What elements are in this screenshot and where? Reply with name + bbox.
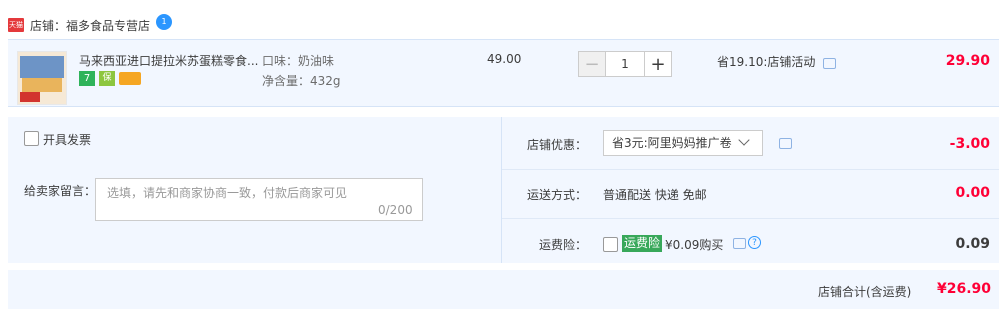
insurance-info-icon[interactable] xyxy=(733,238,746,249)
credit-card-icon[interactable] xyxy=(119,72,141,85)
sku-weight: 净含量：432g xyxy=(262,74,341,88)
chat-icon[interactable]: 1 xyxy=(156,14,172,30)
shipping-label: 运送方式： xyxy=(527,188,588,202)
shipping-method: 普通配送 快递 免邮 xyxy=(603,188,707,202)
quantity-input[interactable]: 1 xyxy=(605,51,645,77)
help-icon[interactable]: ? xyxy=(748,236,761,249)
promo-info-icon[interactable] xyxy=(823,58,836,69)
shop-name[interactable]: 店铺：福多食品专营店 xyxy=(30,17,150,34)
shop-total-label: 店铺合计(含运费) xyxy=(818,285,912,299)
quantity-decrease-button[interactable]: − xyxy=(578,51,606,77)
item-row xyxy=(8,39,999,107)
shop-total-value: ¥26.90 xyxy=(937,281,992,297)
note-label: 给卖家留言： xyxy=(24,184,97,198)
insurance-value: 0.09 xyxy=(955,236,990,252)
seller-note-counter: 0/200 xyxy=(378,203,413,217)
item-subtotal: 29.90 xyxy=(945,53,990,69)
discount-value: -3.00 xyxy=(949,136,990,152)
product-title[interactable]: 马来西亚进口提拉米苏蛋糕零食... xyxy=(79,52,258,69)
tmall-logo-icon: 天猫 xyxy=(8,18,24,32)
coupon-info-icon[interactable] xyxy=(779,138,792,149)
seven-day-return-icon[interactable]: 7 xyxy=(79,71,95,86)
invoice-checkbox[interactable] xyxy=(24,131,39,146)
item-promotion: 省19.10:店铺活动 xyxy=(717,55,816,69)
product-thumbnail[interactable] xyxy=(17,51,67,105)
seller-note-placeholder: 选填，请先和商家协商一致，付款后商家可见 xyxy=(107,186,348,200)
shipping-value: 0.00 xyxy=(955,185,990,201)
sku-flavor: 口味：奶油味 xyxy=(262,54,335,68)
discount-label: 店铺优惠： xyxy=(527,138,588,152)
guarantee-icon[interactable]: 保 xyxy=(99,71,115,86)
unit-price: 49.00 xyxy=(487,52,522,66)
divider xyxy=(502,169,999,170)
insurance-price: ¥0.09购买 xyxy=(665,238,724,252)
insurance-tag: 运费险 xyxy=(622,235,663,252)
insurance-label: 运费险： xyxy=(539,238,588,252)
quantity-increase-button[interactable]: + xyxy=(644,51,672,77)
divider xyxy=(502,218,999,219)
insurance-checkbox[interactable] xyxy=(603,237,618,252)
invoice-label[interactable]: 开具发票 xyxy=(43,131,91,148)
coupon-select[interactable]: 省3元:阿里妈妈推广卷 xyxy=(603,130,763,156)
